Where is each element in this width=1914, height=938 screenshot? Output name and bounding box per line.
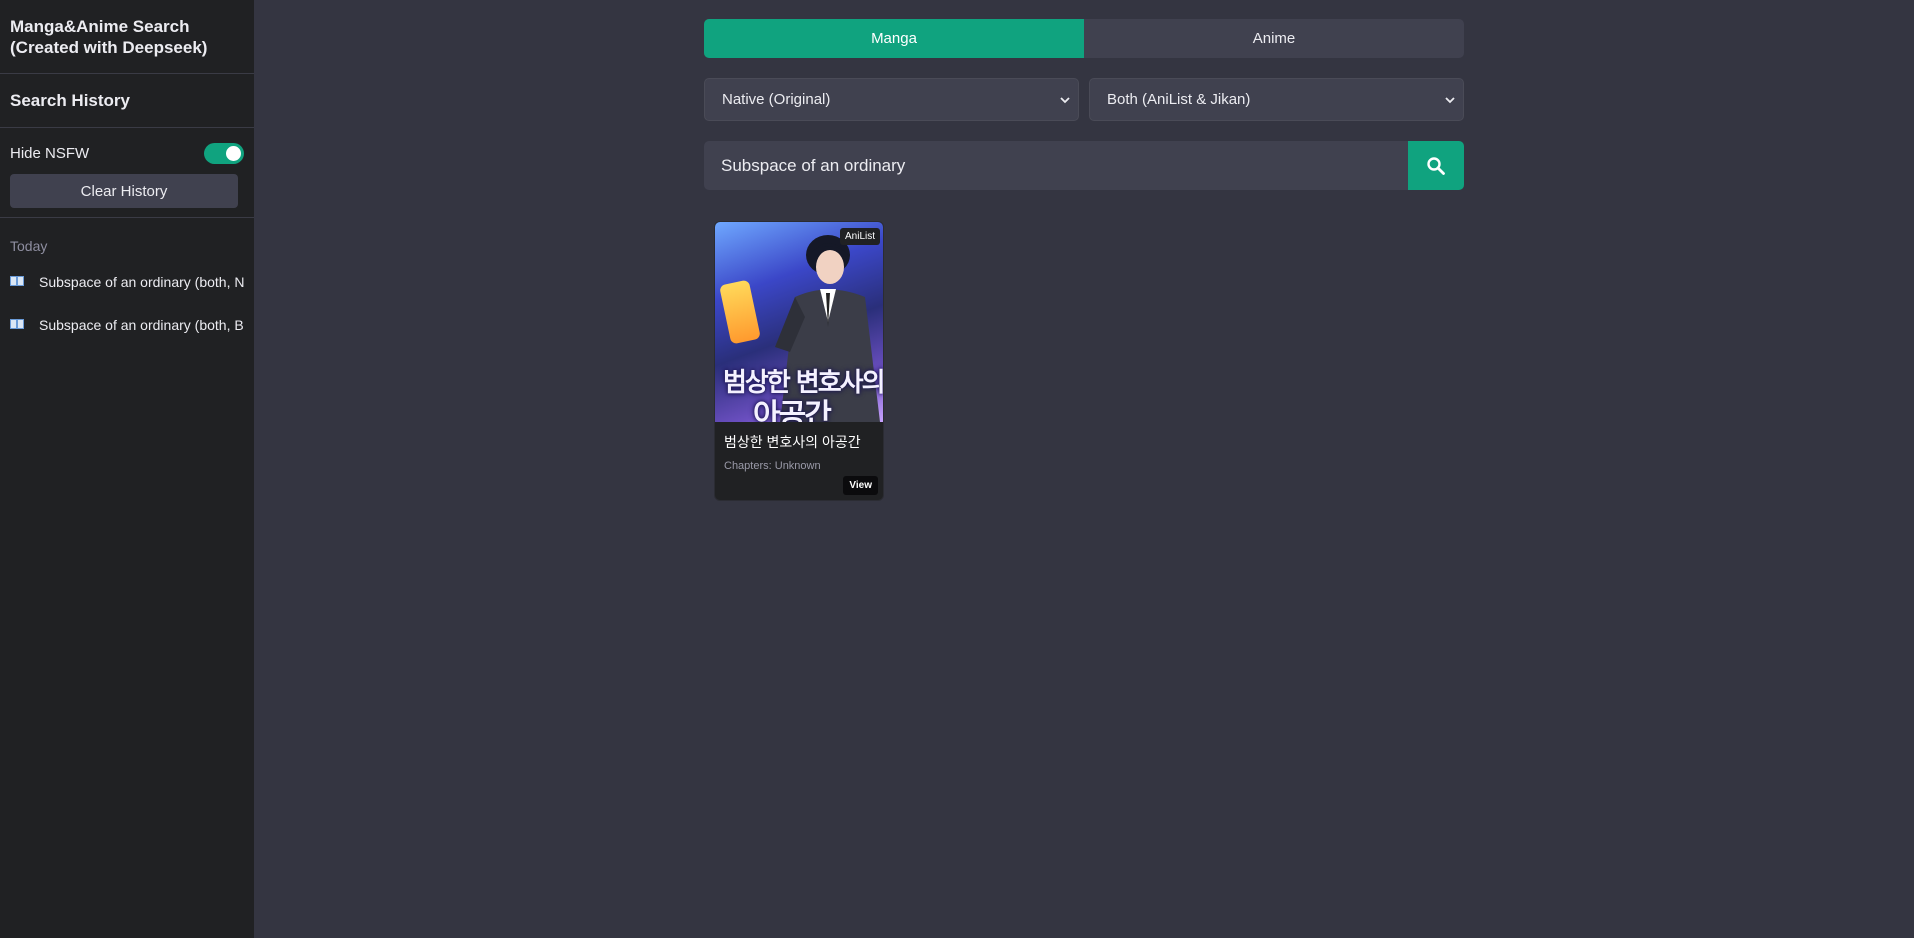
sidebar: Manga&Anime Search (Created with Deepsee… xyxy=(0,0,254,938)
tab-manga[interactable]: Manga xyxy=(704,19,1084,58)
hide-nsfw-label: Hide NSFW xyxy=(10,144,90,162)
history-item[interactable]: Subspace of an ordinary (both, B xyxy=(0,303,254,346)
source-value: Both (AniList & Jikan) xyxy=(1107,91,1251,108)
hide-nsfw-toggle[interactable] xyxy=(204,142,244,164)
chevron-down-icon xyxy=(1445,96,1455,103)
clear-history-button[interactable]: Clear History xyxy=(10,174,238,208)
search-panel: Manga Anime Native (Original) Both (AniL… xyxy=(704,19,1464,501)
history-list: Subspace of an ordinary (both, N Subspac… xyxy=(0,260,254,346)
source-select[interactable]: Both (AniList & Jikan) xyxy=(1089,78,1464,121)
title-language-select[interactable]: Native (Original) xyxy=(704,78,1079,121)
app-title: Manga&Anime Search (Created with Deepsee… xyxy=(0,0,254,74)
card-title: 범상한 변호사의 아공간 xyxy=(724,434,861,450)
title-language-value: Native (Original) xyxy=(722,91,831,108)
source-badge: AniList xyxy=(839,228,880,245)
hide-nsfw-row: Hide NSFW xyxy=(10,140,244,166)
history-controls: Hide NSFW Clear History xyxy=(0,128,254,218)
cover-title-line2: 아공간 xyxy=(753,398,832,422)
main-content: Manga Anime Native (Original) Both (AniL… xyxy=(254,0,1914,938)
tab-anime[interactable]: Anime xyxy=(1084,19,1464,58)
result-card[interactable]: 범상한 변호사의 아공간 AniList 범상한 변호사의 아공간 Chapte… xyxy=(714,221,884,501)
history-item-label: Subspace of an ordinary (both, N xyxy=(39,273,245,290)
search-icon xyxy=(1427,156,1445,175)
history-group-label: Today xyxy=(10,238,48,254)
search-button[interactable] xyxy=(1408,141,1464,190)
search-history-heading: Search History xyxy=(0,74,254,128)
book-icon xyxy=(10,319,24,330)
search-input[interactable] xyxy=(704,141,1408,190)
app: Manga&Anime Search (Created with Deepsee… xyxy=(0,0,1914,938)
view-button[interactable]: View xyxy=(843,476,878,495)
results-grid: 범상한 변호사의 아공간 AniList 범상한 변호사의 아공간 Chapte… xyxy=(704,221,1464,501)
history-item[interactable]: Subspace of an ordinary (both, N xyxy=(0,260,254,303)
chevron-down-icon xyxy=(1060,96,1070,103)
card-body: 범상한 변호사의 아공간 Chapters: Unknown xyxy=(715,422,883,472)
filter-row: Native (Original) Both (AniList & Jikan) xyxy=(704,78,1464,121)
history-item-label: Subspace of an ordinary (both, B xyxy=(39,316,244,333)
media-type-tabs: Manga Anime xyxy=(704,19,1464,58)
search-bar xyxy=(704,141,1464,190)
book-icon xyxy=(10,276,24,287)
toggle-knob xyxy=(226,145,241,161)
cover-image: 범상한 변호사의 아공간 AniList xyxy=(715,222,883,422)
card-chapters: Chapters: Unknown xyxy=(724,460,821,472)
